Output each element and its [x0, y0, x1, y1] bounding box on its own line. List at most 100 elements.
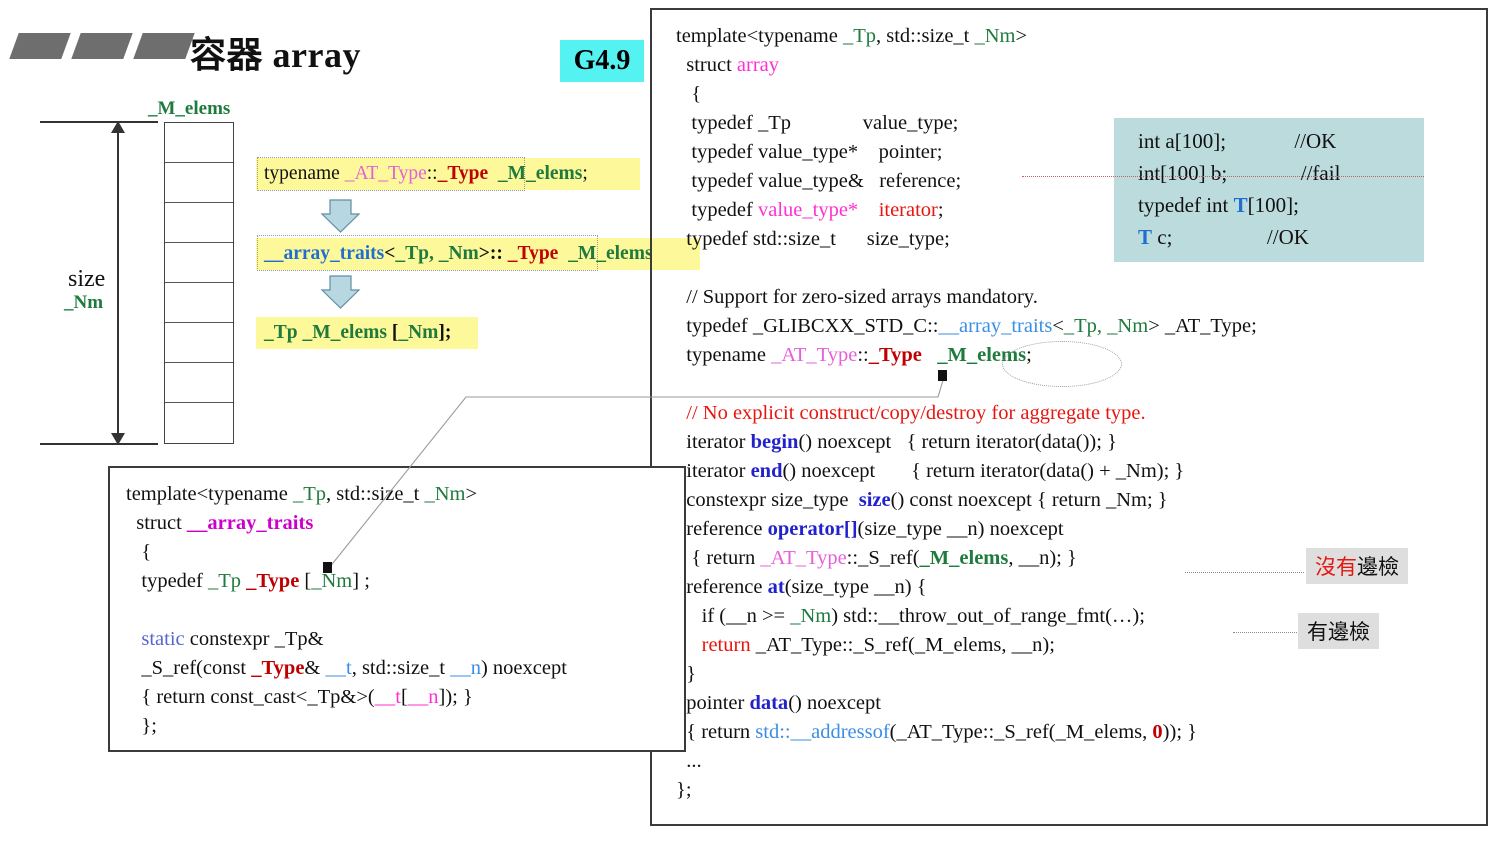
code-run: template<typename: [126, 483, 293, 505]
code-line: typename _AT_Type::_Type _M_elems;: [676, 341, 1257, 370]
code-run: ) std::__throw_out_of_range_fmt(…);: [831, 605, 1145, 627]
code-line: {: [126, 538, 567, 567]
code-run: [: [400, 686, 408, 708]
code-run: {: [126, 541, 152, 563]
code-run: _Type: [437, 163, 489, 184]
code-run: <: [1052, 315, 1064, 337]
code-run: , __n); }: [1008, 547, 1077, 569]
code-run: __array_traits: [938, 315, 1053, 337]
code-line: {: [676, 80, 1257, 109]
code-run: end: [750, 460, 783, 482]
code-run: __t: [374, 686, 401, 708]
code-run: operator[]: [767, 518, 858, 540]
code-run: ;: [937, 199, 944, 221]
code-run: ] ;: [352, 570, 370, 592]
code-run: (_AT_Type::_S_ref(_M_elems,: [889, 721, 1153, 743]
code-run: constexpr _Tp&: [184, 628, 324, 650]
invalid-declaration-strikethrough: [1022, 176, 1424, 177]
code-line: ...: [676, 747, 1257, 776]
code-line: template<typename _Tp, std::size_t _Nm>: [676, 22, 1257, 51]
code-run: template<typename: [676, 25, 843, 47]
size-label: size: [68, 266, 106, 292]
code-run: std::__addressof: [755, 721, 890, 743]
code-run: [100];: [1247, 193, 1299, 217]
code-run: () const noexcept { return _Nm; }: [890, 489, 1168, 511]
array-member-label: _M_elems: [148, 98, 231, 119]
code-run: // Support for zero-sized arrays mandato…: [676, 286, 1038, 308]
code-line: }: [676, 660, 1257, 689]
code-run: _AT_Type: [344, 163, 427, 184]
code-run: , std::size_t: [875, 25, 975, 47]
code-run: ::: [857, 344, 869, 366]
code-run: () noexcept { return iterator(data()); }: [798, 431, 1117, 453]
code-line: static constexpr _Tp&: [126, 625, 567, 654]
code-line: return _AT_Type::_S_ref(_M_elems, __n);: [676, 631, 1257, 660]
decor-parallelogram-1: [9, 33, 71, 59]
array-traits-code: template<typename _Tp, std::size_t _Nm> …: [126, 480, 567, 741]
code-run: ::_S_ref(: [846, 547, 920, 569]
code-run: () noexcept: [788, 692, 881, 714]
decl-row: typedef int T[100];: [1138, 189, 1424, 221]
code-line: // No explicit construct/copy/destroy fo…: [676, 399, 1257, 428]
code-run: _Tp, _Nm: [395, 243, 479, 264]
note-no-bounds-check-red: 沒有: [1315, 556, 1357, 579]
decl-row: int[100] b; //fail: [1138, 157, 1424, 189]
code-line: _S_ref(const _Type& __t, std::size_t __n…: [126, 654, 567, 683]
code-line: constexpr size_type size() const noexcep…: [676, 486, 1257, 515]
note-no-bounds-check: 沒有邊檢: [1306, 548, 1408, 584]
code-run: static: [141, 628, 185, 650]
code-line: typedef _Tp _Type [_Nm] ;: [126, 567, 567, 596]
code-run: typedef _Tp value_type;: [676, 112, 959, 134]
code-line: { return const_cast<_Tp&>(__t[__n]); }: [126, 683, 567, 712]
leader-no-bounds-check: [1185, 572, 1304, 573]
decor-parallelogram-3: [133, 33, 195, 59]
code-run: [: [299, 570, 312, 592]
code-run: T: [1138, 225, 1153, 249]
code-line: struct array: [676, 51, 1257, 80]
decl-row: T c; //OK: [1138, 221, 1424, 253]
array-cell: [165, 163, 233, 203]
code-run: { return const_cast<_Tp&>(: [126, 686, 375, 708]
code-run: __t: [325, 657, 352, 679]
code-run: c;: [1152, 225, 1173, 249]
transform-step-3-text: _Tp _M_elems [_Nm];: [264, 320, 451, 346]
code-run: struct: [126, 512, 187, 534]
decl-row: int a[100]; //OK: [1138, 125, 1424, 157]
code-run: ) noexcept: [480, 657, 567, 679]
code-run: data: [749, 692, 789, 714]
arrowhead-up-icon: [111, 121, 125, 133]
page-title: 容器 array: [190, 35, 361, 75]
note-has-bounds-check-black: 有邊檢: [1307, 621, 1370, 644]
code-run: _Tp: [207, 570, 242, 592]
decor-parallelogram-2: [71, 33, 133, 59]
code-line: iterator begin() noexcept { return itera…: [676, 428, 1257, 457]
array-cell: [165, 243, 233, 283]
code-run: [1227, 161, 1301, 185]
code-run: &: [304, 657, 326, 679]
code-run: typename: [264, 163, 345, 184]
code-run: (size_type __n) {: [784, 576, 927, 598]
code-run: pointer: [676, 692, 750, 714]
code-run: , std::size_t: [325, 483, 425, 505]
code-run: [1226, 129, 1294, 153]
code-run: typedef value_type& reference;: [676, 170, 962, 192]
code-run: //OK: [1294, 129, 1337, 153]
code-run: typedef: [676, 199, 758, 221]
m-elems-circle-mark: [1002, 341, 1122, 387]
code-run: { return: [676, 547, 761, 569]
size-value-label: _Nm: [64, 292, 104, 313]
code-run: _Nm: [424, 483, 466, 505]
note-no-bounds-check-black: 邊檢: [1357, 556, 1399, 579]
code-run: [858, 199, 879, 221]
code-run: reference: [676, 576, 768, 598]
array-cell: [165, 363, 233, 403]
code-run: };: [126, 715, 157, 737]
code-run: )); }: [1162, 721, 1197, 743]
code-line: if (__n >= _Nm) std::__throw_out_of_rang…: [676, 602, 1257, 631]
code-run: iterator: [878, 199, 938, 221]
code-run: _Nm: [398, 322, 439, 343]
code-line: typedef _GLIBCXX_STD_C::__array_traits<_…: [676, 312, 1257, 341]
code-run: _Tp: [842, 25, 876, 47]
down-arrow-2-icon: [320, 275, 361, 309]
code-run: ...: [676, 750, 702, 772]
